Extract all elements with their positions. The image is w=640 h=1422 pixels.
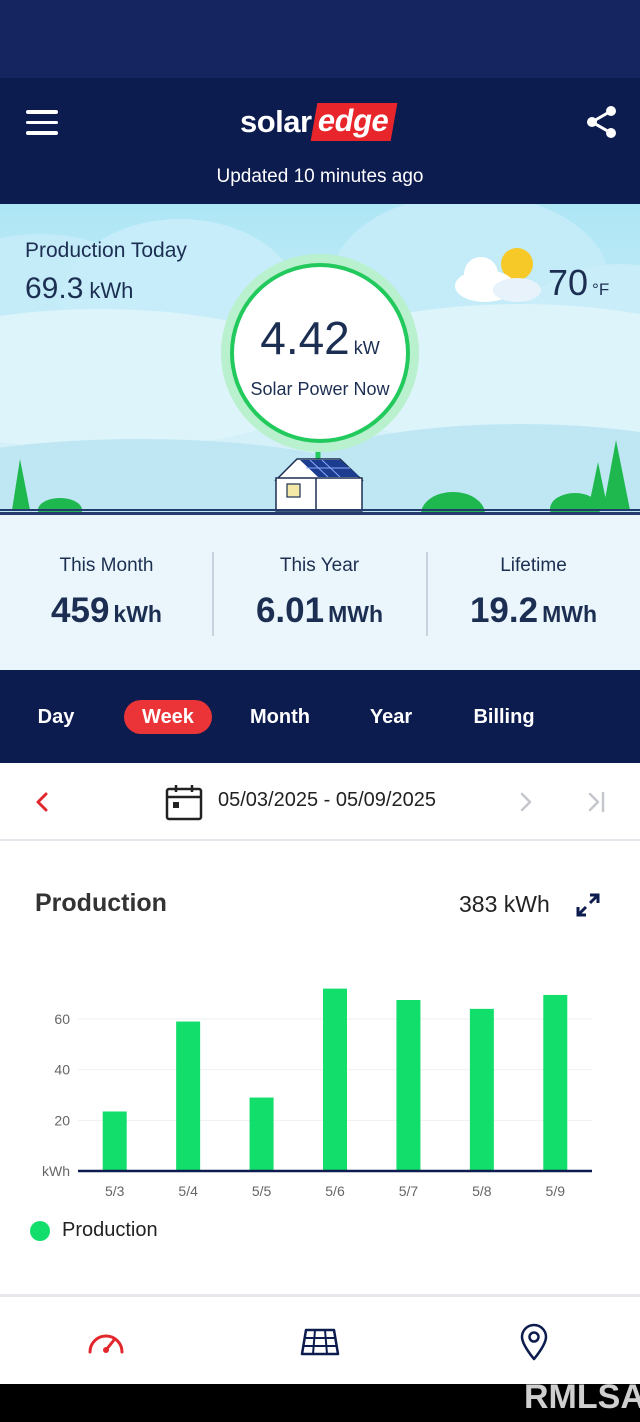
date-navigation: 05/03/2025 - 05/09/2025 (0, 763, 640, 841)
bar-5-9 (543, 994, 568, 1171)
menu-button[interactable] (22, 106, 62, 138)
chevron-right-icon (520, 792, 532, 812)
date-range[interactable]: 05/03/2025 - 05/09/2025 (218, 789, 436, 812)
app-header: solar edge Updated 10 minutes ago (0, 78, 640, 204)
chart-legend: Production (30, 1219, 158, 1242)
legend-label: Production (62, 1219, 158, 1241)
bar-5-8 (469, 1008, 494, 1171)
y-axis-label: kWh (42, 1163, 70, 1179)
menu-icon-line (26, 131, 58, 135)
stat-lifetime[interactable]: Lifetime 19.2 MWh (427, 515, 640, 673)
partly-cloudy-icon (455, 248, 541, 302)
temperature-value: 70 (548, 262, 589, 303)
x-tick-label: 5/4 (178, 1183, 198, 1199)
production-today-number: 69.3 (25, 272, 84, 305)
production-bar-chart: 20 40 60 kWh 5/3 5/4 5/5 5/6 5/7 5/8 5/9 (42, 988, 592, 1199)
bar-5-6 (323, 988, 347, 1171)
bottom-navigation (0, 1294, 640, 1384)
temperature-unit: °F (592, 280, 610, 299)
menu-icon-line (26, 120, 58, 124)
bar-5-3 (102, 1111, 127, 1171)
expand-icon (576, 893, 600, 917)
production-title: Production (35, 889, 167, 917)
stat-label: This Year (279, 555, 360, 576)
tab-year[interactable]: Year (358, 700, 424, 734)
tab-month[interactable]: Month (240, 700, 320, 734)
stat-this-month[interactable]: This Month 459 kWh (0, 515, 213, 673)
energy-stats: This Month 459 kWh This Year 6.01 MWh Life… (0, 512, 640, 670)
dashboard-icon (88, 1334, 124, 1354)
legend-swatch (30, 1220, 50, 1241)
expand-chart-button[interactable] (574, 891, 602, 919)
x-tick-label: 5/6 (325, 1183, 345, 1199)
hero-panel: Production Today 69.3 kWh 4.42 kW Solar Po… (0, 204, 640, 512)
production-today-label: Production Today (25, 239, 187, 262)
stat-number: 19.2 (469, 591, 539, 630)
stat-unit: MWh (328, 601, 384, 627)
stat-value: 6.01 MWh (213, 591, 426, 631)
production-today-value: 69.3 kWh (25, 272, 133, 306)
stat-label: Lifetime (500, 555, 567, 576)
stat-this-year[interactable]: This Year 6.01 MWh (213, 515, 426, 673)
previous-period-button[interactable] (30, 788, 54, 816)
nav-layout[interactable] (300, 1322, 340, 1362)
solar-power-gauge[interactable]: 4.42 kW Solar Power Now (221, 254, 419, 452)
solar-panel-icon (300, 1328, 340, 1356)
tab-week[interactable]: Week (124, 700, 212, 734)
period-tabs: Day Week Month Year Billing (0, 670, 640, 763)
stat-unit: kWh (113, 601, 162, 627)
watermark: RMLSA (524, 1378, 640, 1416)
bar-5-7 (396, 1000, 421, 1171)
stat-number: 6.01 (255, 591, 325, 630)
solar-power-value: 4.42 kW (234, 313, 406, 373)
logo-text-solar: solar (240, 104, 312, 139)
solar-power-number: 4.42 (260, 312, 350, 364)
calendar-icon[interactable] (165, 783, 203, 821)
temperature: 70 °F (548, 262, 609, 304)
y-tick-label: 40 (54, 1062, 70, 1078)
x-tick-label: 5/3 (105, 1183, 125, 1199)
x-tick-label: 5/8 (472, 1183, 492, 1199)
chevron-left-icon (36, 792, 48, 812)
production-card: Production 383 kWh 20 40 60 kWh 5/3 5/4 5/5 5/6… (0, 841, 640, 1294)
logo-text-edge: edge (310, 103, 398, 141)
x-tick-label: 5/9 (546, 1183, 566, 1199)
stat-label: This Month (59, 555, 154, 576)
x-tick-label: 5/7 (399, 1183, 419, 1199)
bar-5-5 (249, 1097, 274, 1171)
tab-day[interactable]: Day (24, 700, 88, 734)
production-total: 383 kWh (459, 891, 550, 917)
solar-power-label: Solar Power Now (250, 379, 390, 399)
updated-status: Updated 10 minutes ago (216, 166, 424, 187)
y-tick-label: 60 (54, 1011, 70, 1027)
stat-value: 19.2 MWh (427, 591, 640, 631)
status-bar (0, 0, 640, 78)
solar-power-unit: kW (353, 338, 380, 358)
stat-number: 459 (51, 591, 110, 630)
next-period-button[interactable] (514, 788, 538, 816)
production-today-unit: kWh (89, 278, 134, 303)
nav-dashboard[interactable] (86, 1322, 126, 1362)
nav-site-info[interactable] (514, 1322, 554, 1362)
bar-5-4 (176, 1021, 201, 1171)
x-tick-label: 5/5 (252, 1183, 272, 1199)
solaredge-logo: solar edge (240, 102, 398, 142)
stat-value: 459 kWh (0, 591, 213, 631)
solar-power-circle: 4.42 kW Solar Power Now (230, 263, 410, 443)
y-tick-label: 20 (54, 1112, 70, 1128)
share-button[interactable] (584, 104, 620, 140)
stat-unit: MWh (542, 601, 598, 627)
location-icon (520, 1323, 548, 1361)
menu-icon-line (26, 110, 58, 114)
share-icon (587, 106, 616, 138)
last-period-button[interactable] (584, 788, 610, 816)
skip-to-end-icon (588, 791, 605, 813)
tab-billing[interactable]: Billing (464, 700, 544, 734)
